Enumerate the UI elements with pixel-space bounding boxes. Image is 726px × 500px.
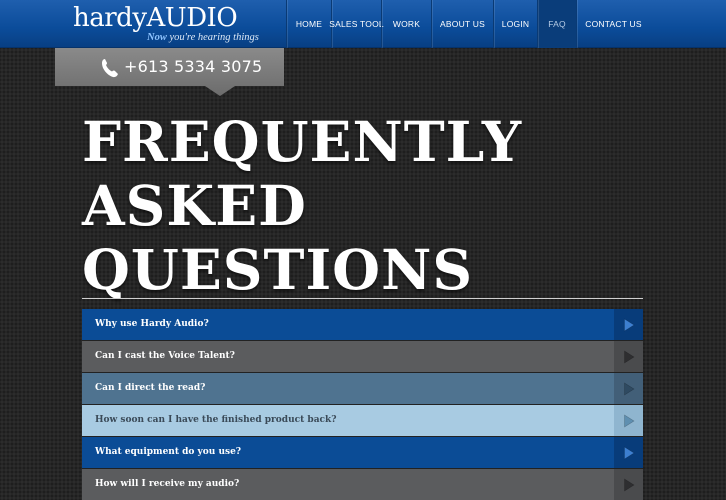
site-header: hardyAUDIO Now you're hearing things HOM… xyxy=(0,0,726,48)
faq-expand-arrow[interactable] xyxy=(614,437,643,468)
title-divider xyxy=(82,298,643,299)
faq-item[interactable]: Can I direct the read? xyxy=(82,373,643,405)
faq-question: Can I cast the Voice Talent? xyxy=(95,351,235,361)
faq-question: How will I receive my audio? xyxy=(95,479,240,489)
faq-expand-arrow[interactable] xyxy=(614,309,643,340)
play-arrow-icon xyxy=(623,381,635,396)
play-arrow-icon xyxy=(623,445,635,460)
main-nav: HOME SALES TOOL WORK ABOUT US LOGIN FAQ CONTAC… xyxy=(286,0,650,48)
play-arrow-icon xyxy=(623,413,635,428)
page-title-line-3: QUESTIONS xyxy=(82,237,474,302)
nav-item-login[interactable]: LOGIN xyxy=(493,0,537,48)
faq-item[interactable]: How will I receive my audio? xyxy=(82,469,643,500)
page-title: FREQUENTLY ASKED QUESTIONS xyxy=(82,110,642,302)
play-arrow-icon xyxy=(623,477,635,492)
faq-item[interactable]: How soon can I have the finished product… xyxy=(82,405,643,437)
play-arrow-icon xyxy=(623,317,635,332)
nav-item-about-us[interactable]: ABOUT US xyxy=(431,0,493,48)
phone-tab: +613 5334 3075 xyxy=(55,48,284,96)
nav-item-contact-us[interactable]: CONTACT US xyxy=(576,0,650,48)
phone-icon xyxy=(102,59,118,78)
hardy-audio-logo[interactable]: hardyAUDIO Now you're hearing things xyxy=(73,2,259,46)
faq-expand-arrow[interactable] xyxy=(614,341,643,372)
nav-item-sales-tool[interactable]: SALES TOOL xyxy=(329,0,384,48)
play-arrow-icon xyxy=(623,349,635,364)
faq-question: How soon can I have the finished product… xyxy=(95,415,337,425)
faq-expand-arrow[interactable] xyxy=(614,405,643,436)
faq-item[interactable]: Why use Hardy Audio? xyxy=(82,309,643,341)
faq-question: Can I direct the read? xyxy=(95,383,206,393)
faq-expand-arrow[interactable] xyxy=(614,373,643,404)
nav-item-home[interactable]: HOME xyxy=(286,0,331,48)
faq-item[interactable]: What equipment do you use? xyxy=(82,437,643,469)
page-title-line-2: ASKED xyxy=(82,173,307,238)
phone-number[interactable]: +613 5334 3075 xyxy=(124,57,262,76)
logo-wordmark: hardyAUDIO xyxy=(73,3,238,33)
faq-item[interactable]: Can I cast the Voice Talent? xyxy=(82,341,643,373)
faq-question: Why use Hardy Audio? xyxy=(95,319,209,329)
nav-item-faq[interactable]: FAQ xyxy=(537,0,576,48)
page-title-line-1: FREQUENTLY xyxy=(82,109,523,174)
logo-tagline: Now you're hearing things xyxy=(147,32,259,43)
faq-expand-arrow[interactable] xyxy=(614,469,643,500)
faq-question: What equipment do you use? xyxy=(95,447,242,457)
nav-item-work[interactable]: WORK xyxy=(381,0,431,48)
faq-list: Why use Hardy Audio? Can I cast the Voice… xyxy=(82,309,643,500)
